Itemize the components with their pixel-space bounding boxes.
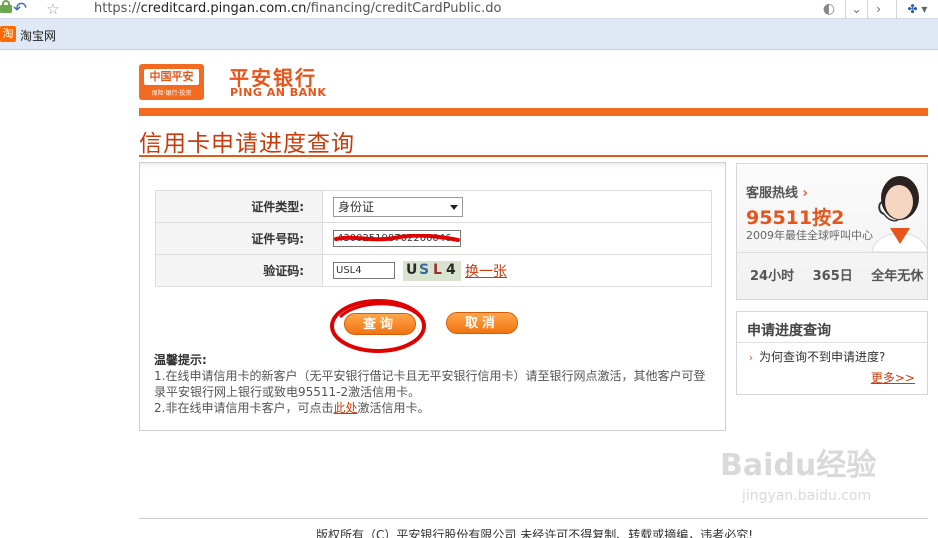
chevron-down-icon[interactable]: ⌄ (845, 0, 867, 19)
captcha-label: 验证码: (155, 254, 323, 287)
tip-line-1: 1.在线申请信用卡的新客户（无平安银行借记卡且无平安银行信用卡）请至银行网点激活… (154, 369, 706, 399)
captcha-char: U (406, 261, 418, 278)
browser-chrome: ↶ ☆ https://creditcard.pingan.com.cn/fin… (0, 0, 938, 50)
activate-here-link[interactable]: 此处 (333, 401, 357, 415)
id-type-value: 身份证 (338, 199, 375, 214)
captcha-input[interactable]: USL4 (333, 262, 395, 279)
hotline-box: 客服热线 › 95511按2 2009年最佳全球呼叫中心 24小时 365日 全… (736, 163, 928, 300)
call-center-agent-image (871, 176, 927, 252)
select-arrow-icon (450, 204, 458, 210)
captcha-char: L (433, 261, 442, 278)
url-text[interactable]: https://creditcard.pingan.com.cn/financi… (94, 0, 501, 18)
forward-icon[interactable]: › (867, 0, 889, 19)
address-bar[interactable]: ↶ ☆ https://creditcard.pingan.com.cn/fin… (0, 0, 938, 19)
compat-view-icon[interactable]: ◐ (820, 1, 838, 17)
id-type-label: 证件类型: (155, 190, 323, 223)
logo-tagline: 保险·银行·投资 (151, 90, 192, 97)
tip-line-2-text: 2.非在线申请信用卡客户，可点击 (154, 401, 334, 415)
header-divider (139, 108, 928, 116)
red-highlight-circle (330, 299, 426, 353)
panel-shade (140, 163, 725, 169)
id-number-label: 证件号码: (155, 222, 323, 255)
bookmark-taobao[interactable]: 淘宝网 (20, 27, 56, 44)
tip-line-2: 2.非在线申请信用卡客户，可点击此处激活信用卡。 (154, 400, 714, 416)
taobao-icon: 淘 (0, 26, 16, 42)
query-form: 证件类型: 身份证 证件号码: 430025198702200046 验证码: … (155, 190, 712, 287)
bookmarks-bar: 淘 淘宝网 (0, 22, 938, 46)
arrow-right-icon: › (802, 186, 808, 201)
footer-copyright: 版权所有（C）平安银行股份有限公司 未经许可不得复制、转载或摘编，违者必究! (316, 528, 754, 538)
search-engine-button[interactable]: ✤ ▾ (896, 0, 938, 19)
captcha-image[interactable]: USL4 (403, 260, 461, 281)
title-divider (139, 155, 928, 157)
form-row-id-number: 证件号码: 430025198702200046 (155, 222, 712, 255)
id-type-cell: 身份证 (322, 190, 712, 223)
captcha-char: S (419, 261, 430, 278)
progress-query-box: 申请进度查询 › 为何查询不到申请进度? 更多>> (736, 311, 928, 395)
hotline-label-text: 客服热线 (746, 186, 799, 201)
footer-divider (139, 518, 928, 519)
cancel-button[interactable]: 取消 (446, 312, 518, 334)
tip-line-2-tail: 激活信用卡。 (357, 401, 430, 415)
pingan-logo[interactable]: 中国平安 保险·银行·投资 (139, 64, 204, 100)
logo-text: 中国平安 (144, 69, 199, 85)
paw-icon: ✤ (907, 2, 918, 16)
hotline-award: 2009年最佳全球呼叫中心 (746, 229, 873, 242)
change-captcha-link[interactable]: 换一张 (465, 261, 507, 281)
captcha-cell: USL4 U S L 4 换一张 (322, 254, 712, 287)
tips-block: 温馨提示: 1.在线申请信用卡的新客户（无平安银行借记卡且无平安银行信用卡）请至… (154, 352, 714, 416)
hotline-number: 95511按2 (746, 207, 845, 229)
form-row-captcha: 验证码: USL4 U S L 4 换一张 (155, 254, 712, 287)
progress-faq-link[interactable]: › 为何查询不到申请进度? (749, 348, 885, 365)
service-hours: 24小时 365日 全年无休 (750, 269, 924, 284)
star-icon[interactable]: ☆ (44, 0, 62, 18)
back-icon[interactable]: ↶ (10, 0, 30, 18)
id-number-input[interactable]: 430025198702200046 (333, 230, 461, 247)
url-prefix: https:// (94, 1, 141, 16)
watermark-brand: Baidu经验 (720, 448, 877, 483)
redaction-scribble (334, 234, 460, 242)
arrow-right-icon: › (749, 353, 753, 364)
baidu-watermark: Baidu经验 jingyan.baidu.com (718, 430, 908, 510)
id-number-cell: 430025198702200046 (322, 222, 712, 255)
captcha-char: 4 (446, 261, 456, 278)
id-type-select[interactable]: 身份证 (333, 196, 463, 217)
page-title: 信用卡申请进度查询 (139, 131, 355, 157)
url-path: /financing/creditCardPublic.do (306, 1, 502, 16)
more-link[interactable]: 更多>> (871, 369, 915, 386)
hotline-divider (737, 252, 927, 253)
form-row-id-type: 证件类型: 身份证 (155, 190, 712, 223)
progress-faq-text: 为何查询不到申请进度? (759, 350, 886, 364)
tips-heading: 温馨提示: (154, 353, 207, 367)
progress-box-divider (737, 342, 927, 343)
progress-box-title: 申请进度查询 (747, 323, 831, 339)
watermark-url: jingyan.baidu.com (742, 488, 872, 504)
url-host: creditcard.pingan.com.cn (140, 1, 307, 16)
hotline-label[interactable]: 客服热线 › (746, 182, 808, 201)
bank-name-en: PING AN BANK (230, 86, 327, 99)
